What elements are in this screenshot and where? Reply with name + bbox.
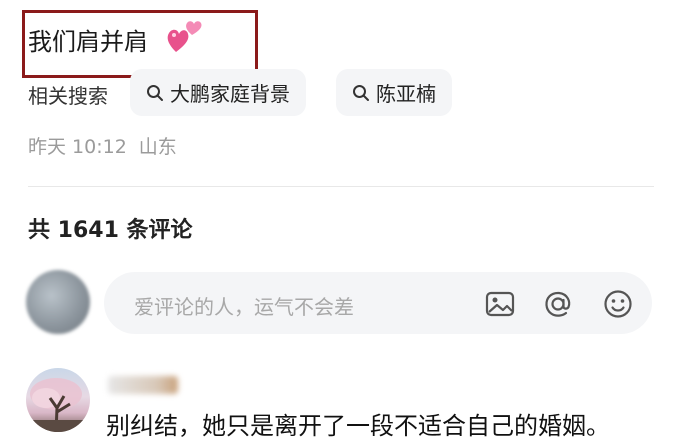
at-icon[interactable] (542, 288, 574, 320)
tree-avatar-image (26, 378, 90, 432)
two-hearts-emoji-icon (167, 21, 202, 52)
related-search-chip-1[interactable]: 大鹏家庭背景 (130, 69, 306, 116)
image-icon[interactable] (484, 288, 516, 320)
comment-input-placeholder: 爱评论的人，运气不会差 (134, 295, 354, 319)
comment-count: 共 1641 条评论 (28, 218, 193, 243)
chip-label: 陈亚楠 (376, 82, 436, 106)
post-time: 昨天 10:12 (28, 136, 127, 158)
comment-text: 别纠结，她只是离开了一段不适合自己的婚姻。 (106, 412, 610, 440)
emoji-icon[interactable] (602, 288, 634, 320)
commenter-avatar[interactable] (26, 368, 90, 432)
search-icon (353, 84, 369, 101)
comment-input[interactable]: 爱评论的人，运气不会差 (104, 272, 652, 334)
my-avatar[interactable] (26, 270, 90, 334)
chip-label: 大鹏家庭背景 (170, 82, 290, 106)
post-meta: 昨天 10:12 山东 (28, 132, 177, 159)
related-search-label: 相关搜索 (28, 84, 108, 108)
divider (28, 186, 654, 187)
related-search-chip-2[interactable]: 陈亚楠 (336, 69, 452, 116)
post-title: 我们肩并肩 (28, 28, 148, 56)
commenter-name[interactable] (108, 376, 178, 394)
post-location: 山东 (138, 136, 177, 158)
search-icon (147, 84, 163, 101)
